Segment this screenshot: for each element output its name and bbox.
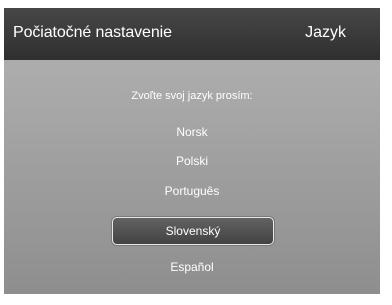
language-option-norsk[interactable]: Norsk [4,125,380,139]
setup-screen: Počiatočné nastavenie Jazyk Zvoľte svoj … [4,8,380,294]
language-option-espanol[interactable]: Español [4,260,380,274]
language-option-slovensky[interactable]: Slovenský [112,217,274,245]
language-option-portugues[interactable]: Português [4,184,380,198]
language-list: Norsk Polski Português Slovenský Español [4,8,380,294]
language-option-polski[interactable]: Polski [4,154,380,168]
